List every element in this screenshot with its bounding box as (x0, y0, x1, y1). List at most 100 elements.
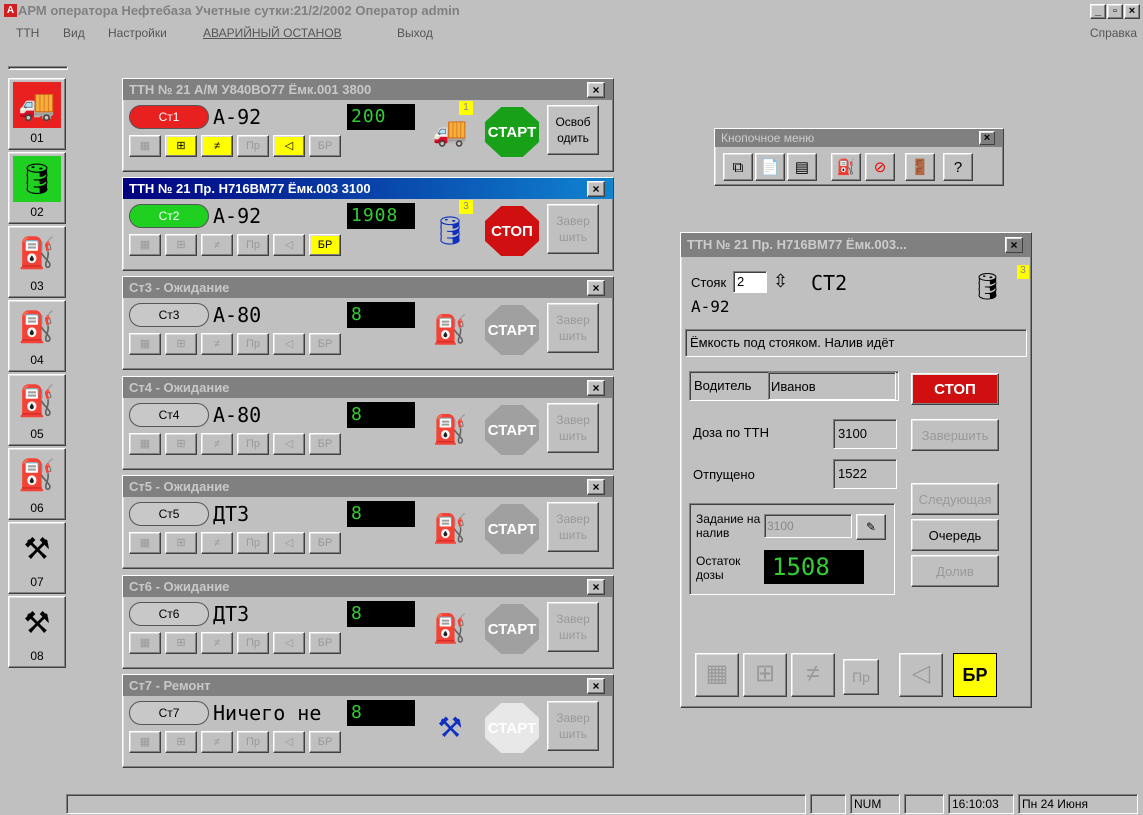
detail-refill-button[interactable]: Долив (911, 555, 999, 587)
valve-icon[interactable]: ≠ (791, 653, 835, 697)
meter-icon[interactable]: ▦ (129, 234, 161, 256)
station-close-button[interactable]: × (587, 380, 605, 396)
horn-icon[interactable]: ◁ (273, 433, 305, 455)
button-menu-close-button[interactable]: × (979, 131, 995, 145)
grounding-icon[interactable]: ⊞ (165, 234, 197, 256)
menu-settings[interactable]: Настройки (108, 26, 167, 40)
new-document-icon[interactable]: 📄 (755, 153, 785, 181)
detail-queue-button[interactable]: Очередь (911, 519, 999, 551)
meter-icon[interactable]: ▦ (129, 532, 161, 554)
station-pill[interactable]: Ст7 (129, 701, 209, 725)
help-icon[interactable]: ? (943, 153, 973, 181)
station-pill[interactable]: Ст1 (129, 105, 209, 129)
horn-icon[interactable]: ◁ (273, 333, 305, 355)
meter-icon[interactable]: ▦ (695, 653, 739, 697)
pr-button[interactable]: Пр (237, 731, 269, 753)
station-pill[interactable]: Ст3 (129, 303, 209, 327)
br-button[interactable]: БР (309, 433, 341, 455)
horn-icon[interactable]: ◁ (273, 234, 305, 256)
station-side-button[interactable]: Освоб одить (547, 105, 599, 155)
pr-button[interactable]: Пр (237, 234, 269, 256)
station-pill[interactable]: Ст5 (129, 502, 209, 526)
pump-icon[interactable]: ⛽ (831, 153, 861, 181)
station-action-button[interactable]: СТАРТ (485, 604, 539, 654)
horn-icon[interactable]: ◁ (273, 632, 305, 654)
exit-icon[interactable]: 🚪 (905, 153, 935, 181)
stand-spin-button[interactable]: ⇳ (773, 271, 788, 292)
menu-exit[interactable]: Выход (397, 26, 433, 40)
meter-icon[interactable]: ▦ (129, 433, 161, 455)
grounding-icon[interactable]: ⊞ (165, 532, 197, 554)
detail-close-button[interactable]: × (1005, 237, 1023, 253)
toolbar-station-01[interactable]: 🚚 01 (8, 78, 66, 150)
br-button[interactable]: БР (309, 731, 341, 753)
detail-finish-button[interactable]: Завершить (911, 419, 999, 451)
br-button[interactable]: БР (309, 632, 341, 654)
station-close-button[interactable]: × (587, 181, 605, 197)
stand-number-input[interactable]: 2 (733, 271, 767, 293)
horn-icon[interactable]: ◁ (899, 653, 943, 697)
detail-pr-button[interactable]: Пр (843, 659, 879, 695)
station-action-button[interactable]: СТАРТ (485, 305, 539, 355)
toolbar-station-05[interactable]: ⛽ 05 (8, 374, 66, 446)
meter-icon[interactable]: ▦ (129, 731, 161, 753)
station-close-button[interactable]: × (587, 678, 605, 694)
station-side-button[interactable]: Завер шить (547, 602, 599, 652)
br-button[interactable]: БР (309, 135, 341, 157)
horn-icon[interactable]: ◁ (273, 135, 305, 157)
br-button[interactable]: БР (309, 532, 341, 554)
grounding-icon[interactable]: ⊞ (165, 731, 197, 753)
pr-button[interactable]: Пр (237, 333, 269, 355)
pencil-icon[interactable]: ✎ (856, 514, 886, 540)
station-side-button[interactable]: Завер шить (547, 502, 599, 552)
toolbar-station-04[interactable]: ⛽ 04 (8, 300, 66, 372)
station-action-button[interactable]: СТАРТ (485, 703, 539, 753)
station-side-button[interactable]: Завер шить (547, 701, 599, 751)
station-pill[interactable]: Ст2 (129, 204, 209, 228)
menu-emergency-stop[interactable]: АВАРИЙНЫЙ ОСТАНОВ (203, 26, 342, 40)
menu-help[interactable]: Справка (1090, 26, 1137, 40)
station-side-button[interactable]: Завер шить (547, 403, 599, 453)
valve-icon[interactable]: ≠ (201, 632, 233, 654)
pr-button[interactable]: Пр (237, 632, 269, 654)
station-close-button[interactable]: × (587, 280, 605, 296)
grounding-icon[interactable]: ⊞ (165, 333, 197, 355)
meter-icon[interactable]: ▦ (129, 632, 161, 654)
station-action-button[interactable]: СТОП (485, 206, 539, 256)
menu-view[interactable]: Вид (63, 26, 85, 40)
station-action-button[interactable]: СТАРТ (485, 107, 539, 157)
valve-icon[interactable]: ≠ (201, 731, 233, 753)
meter-icon[interactable]: ▦ (129, 333, 161, 355)
station-side-button[interactable]: Завер шить (547, 204, 599, 254)
grounding-icon[interactable]: ⊞ (165, 135, 197, 157)
copy-icon[interactable]: ⧉ (723, 153, 753, 181)
grounding-icon[interactable]: ⊞ (165, 433, 197, 455)
pr-button[interactable]: Пр (237, 433, 269, 455)
task-input[interactable]: 3100 (764, 514, 852, 538)
toolbar-station-06[interactable]: ⛽ 06 (8, 448, 66, 520)
station-pill[interactable]: Ст6 (129, 602, 209, 626)
meter-icon[interactable]: ▦ (129, 135, 161, 157)
valve-icon[interactable]: ≠ (201, 532, 233, 554)
horn-icon[interactable]: ◁ (273, 731, 305, 753)
grounding-icon[interactable]: ⊞ (743, 653, 787, 697)
detail-next-button[interactable]: Следующая (911, 483, 999, 515)
menu-ttn[interactable]: ТТН (16, 26, 39, 40)
minimize-button[interactable]: _ (1090, 4, 1106, 19)
toolbar-station-08[interactable]: ⚒ 08 (8, 596, 66, 668)
horn-icon[interactable]: ◁ (273, 532, 305, 554)
maximize-button[interactable]: ▫ (1107, 4, 1123, 19)
valve-icon[interactable]: ≠ (201, 433, 233, 455)
station-action-button[interactable]: СТАРТ (485, 405, 539, 455)
station-side-button[interactable]: Завер шить (547, 303, 599, 353)
br-button[interactable]: БР (309, 234, 341, 256)
detail-br-button[interactable]: БР (953, 653, 997, 697)
close-app-button[interactable]: × (1124, 4, 1140, 19)
valve-icon[interactable]: ≠ (201, 333, 233, 355)
toolbar-station-02[interactable]: 🛢 02 (8, 152, 66, 224)
station-close-button[interactable]: × (587, 82, 605, 98)
station-close-button[interactable]: × (587, 479, 605, 495)
toolbar-station-07[interactable]: ⚒ 07 (8, 522, 66, 594)
grounding-icon[interactable]: ⊞ (165, 632, 197, 654)
cancel-icon[interactable]: ⊘ (865, 153, 895, 181)
